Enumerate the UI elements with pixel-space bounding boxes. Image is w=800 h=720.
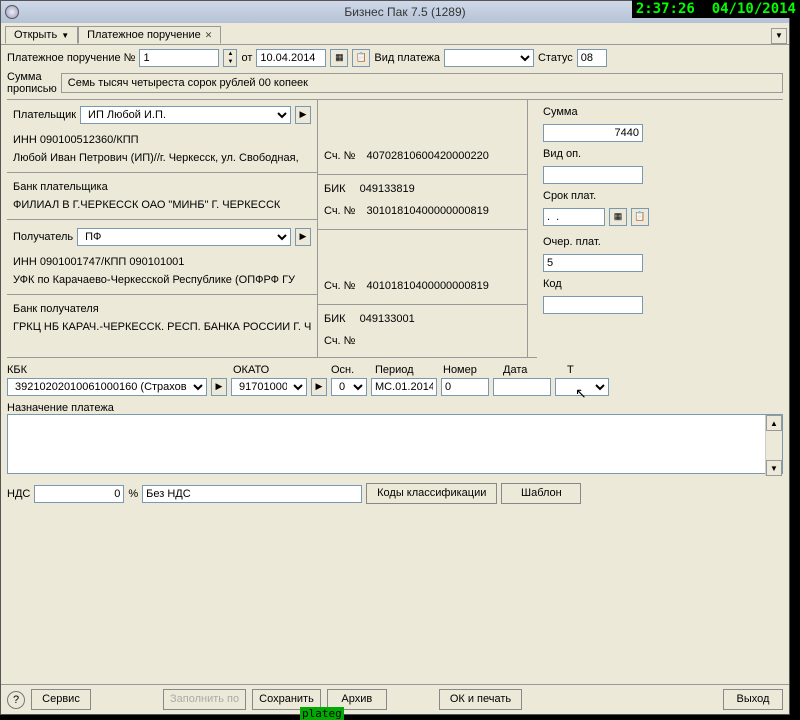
- osn-label: Осн.: [331, 364, 367, 376]
- payer-label: Плательщик: [13, 109, 76, 121]
- nds-text-input[interactable]: [142, 485, 362, 503]
- okato-select[interactable]: 91701000: [231, 378, 307, 396]
- nomer-label: Номер: [443, 364, 495, 376]
- payee-open-button[interactable]: ▶: [295, 228, 311, 246]
- close-icon[interactable]: ✕: [205, 30, 213, 41]
- payer-select[interactable]: ИП Любой И.П.: [80, 106, 291, 124]
- status-input[interactable]: [577, 49, 607, 67]
- kod-label: Код: [543, 278, 681, 290]
- srok-label: Срок плат.: [543, 190, 681, 202]
- payer-acc-label: Сч. №: [324, 150, 355, 162]
- nds-percent-input[interactable]: [34, 485, 124, 503]
- date-from-label: от: [241, 52, 252, 64]
- exit-button[interactable]: Выход: [723, 689, 783, 710]
- sum-label: Сумма: [543, 106, 681, 118]
- payee-acc: 40101810400000000819: [367, 280, 489, 292]
- payee-bank-label: Банк получателя: [13, 303, 311, 315]
- payee-select[interactable]: ПФ: [77, 228, 291, 246]
- srok-calendar-icon[interactable]: ▦: [609, 208, 627, 226]
- sum-input[interactable]: [543, 124, 643, 142]
- fill-by-button[interactable]: Заполнить по: [163, 689, 246, 710]
- app-window: Бизнес Пак 7.5 (1289) Открыть ▼ Платежно…: [0, 0, 790, 715]
- payer-open-button[interactable]: ▶: [295, 106, 311, 124]
- osn-select[interactable]: 0: [331, 378, 367, 396]
- percent-sign: %: [128, 488, 138, 500]
- scroll-up-icon[interactable]: ▲: [766, 415, 782, 431]
- doc-number-label: Платежное поручение №: [7, 52, 135, 64]
- payment-type-label: Вид платежа: [374, 52, 440, 64]
- payee-corr-label: Сч. №: [324, 335, 355, 347]
- tab-bar: Открыть ▼ Платежное поручение ✕ ▼: [1, 23, 789, 45]
- ocher-input[interactable]: [543, 254, 643, 272]
- tabs-overflow-button[interactable]: ▼: [771, 28, 787, 44]
- srok-picker-icon[interactable]: 📋: [631, 208, 649, 226]
- period-input[interactable]: [371, 378, 437, 396]
- payer-bank: ФИЛИАЛ В Г.ЧЕРКЕССК ОАО "МИНБ" Г. ЧЕРКЕС…: [13, 199, 311, 211]
- payer-acc: 40702810600420000220: [367, 150, 489, 162]
- period-label: Период: [375, 364, 435, 376]
- amount-words-value: Семь тысяч четыреста сорок рублей 00 коп…: [61, 73, 783, 93]
- kod-input[interactable]: [543, 296, 643, 314]
- payment-type-select[interactable]: [444, 49, 534, 67]
- status-badge: plateg: [300, 707, 344, 720]
- tab-document[interactable]: Платежное поручение ✕: [78, 26, 221, 44]
- nds-label: НДС: [7, 488, 30, 500]
- ocher-label: Очер. плат.: [543, 236, 681, 248]
- payer-corr-label: Сч. №: [324, 205, 355, 217]
- payer-bik: 049133819: [360, 183, 415, 195]
- okato-label: ОКАТО: [233, 364, 323, 376]
- doc-number-input[interactable]: [139, 49, 219, 67]
- payer-bik-label: БИК: [324, 183, 346, 195]
- doc-date-input[interactable]: [256, 49, 326, 67]
- service-button[interactable]: Сервис: [31, 689, 91, 710]
- tip-select[interactable]: [555, 378, 609, 396]
- srok-input[interactable]: [543, 208, 605, 226]
- ok-print-button[interactable]: ОК и печать: [439, 689, 522, 710]
- tip-label: Т: [567, 364, 607, 376]
- tab-open[interactable]: Открыть ▼: [5, 26, 78, 44]
- calendar-icon[interactable]: ▦: [330, 49, 348, 67]
- doc-number-spinner[interactable]: ▲▼: [223, 49, 237, 67]
- template-button[interactable]: Шаблон: [501, 483, 581, 504]
- data-input[interactable]: [493, 378, 551, 396]
- tab-document-label: Платежное поручение: [87, 29, 201, 41]
- status-label: Статус: [538, 52, 573, 64]
- chevron-down-icon: ▼: [61, 31, 69, 40]
- okato-open-button[interactable]: ▶: [311, 378, 327, 396]
- date-picker-icon[interactable]: 📋: [352, 49, 370, 67]
- tab-open-label: Открыть: [14, 29, 57, 41]
- vidop-label: Вид оп.: [543, 148, 681, 160]
- kbk-label: КБК: [7, 364, 225, 376]
- payee-acc-label: Сч. №: [324, 280, 355, 292]
- payee-fullname: УФК по Карачаево-Черкесской Республике (…: [13, 274, 311, 286]
- payer-fullname: Любой Иван Петрович (ИП)//г. Черкесск, у…: [13, 152, 311, 164]
- payer-inn: ИНН 090100512360/КПП: [13, 134, 311, 146]
- bottom-toolbar: ? Сервис Заполнить по Сохранить Архив ОК…: [1, 684, 789, 714]
- vidop-input[interactable]: [543, 166, 643, 184]
- scroll-down-icon[interactable]: ▼: [766, 460, 782, 476]
- kbk-open-button[interactable]: ▶: [211, 378, 227, 396]
- classify-codes-button[interactable]: Коды классификации: [366, 483, 497, 504]
- payee-inn: ИНН 0901001747/КПП 090101001: [13, 256, 311, 268]
- purpose-textarea[interactable]: [7, 414, 783, 474]
- data-label: Дата: [503, 364, 559, 376]
- scrollbar[interactable]: ▲ ▼: [765, 415, 782, 476]
- purpose-label: Назначение платежа: [7, 402, 783, 414]
- payer-corr: 30101810400000000819: [367, 205, 489, 217]
- desktop-clock: 2:37:26 04/10/2014: [632, 0, 800, 18]
- help-icon[interactable]: ?: [7, 691, 25, 709]
- nomer-input[interactable]: [441, 378, 489, 396]
- payee-label: Получатель: [13, 231, 73, 243]
- payer-bank-label: Банк плательщика: [13, 181, 311, 193]
- kbk-select[interactable]: 39210202010061000160 (Страховые: [7, 378, 207, 396]
- payee-bank: ГРКЦ НБ КАРАЧ.-ЧЕРКЕССК. РЕСП. БАНКА РОС…: [13, 321, 311, 333]
- amount-words-label: Сумма прописью: [7, 71, 57, 95]
- payee-bik: 049133001: [360, 313, 415, 325]
- app-icon: [5, 5, 19, 19]
- payee-bik-label: БИК: [324, 313, 346, 325]
